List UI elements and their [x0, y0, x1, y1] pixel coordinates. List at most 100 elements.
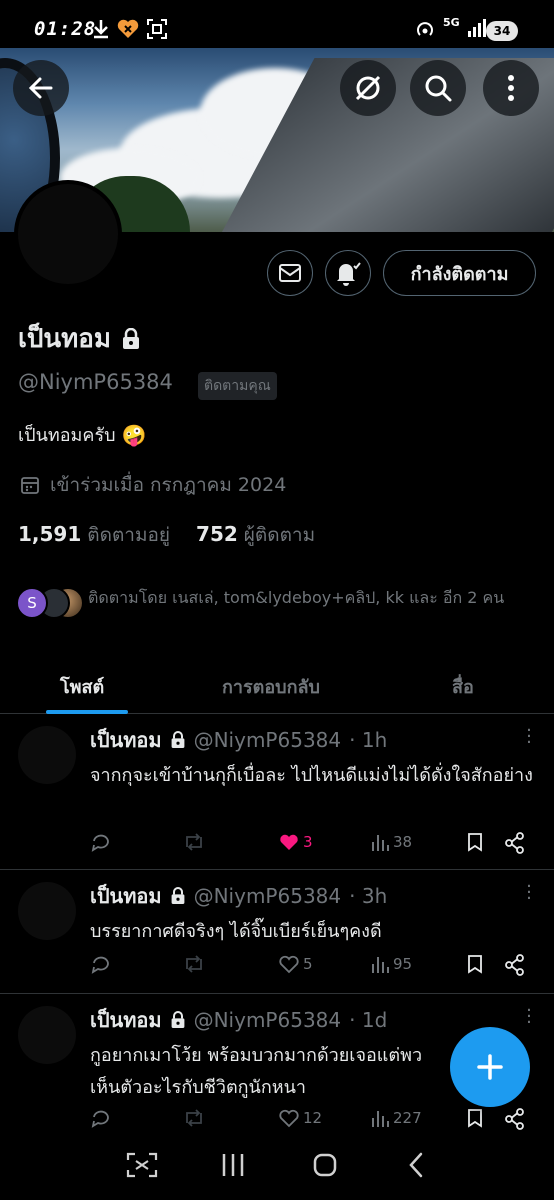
like-count: 12: [303, 1109, 323, 1127]
follow-counts: 1,591 ติดตามอยู่ 752 ผู้ติดตาม: [18, 520, 315, 550]
bio-emoji: 🤪: [121, 422, 147, 447]
post-text-line: กูอยากเมาโว้ย พร้อมบวกมากด้วยเจอแต่พว: [90, 1045, 423, 1066]
more-vertical-icon: [508, 75, 514, 101]
share-icon: [505, 832, 524, 854]
post-time: · 1d: [349, 1008, 388, 1032]
like-button[interactable]: 5: [278, 954, 313, 974]
notifications-button[interactable]: [325, 250, 371, 296]
bookmark-icon: [468, 833, 482, 852]
repost-icon: [186, 833, 202, 851]
status-bar: 01:28 5G 34: [0, 0, 554, 48]
post-item[interactable]: เป็นทอม @NiymP65384 · 3h · · · บรรยากาศดีจ…: [0, 870, 554, 994]
views-button[interactable]: 95: [370, 954, 412, 974]
post-avatar[interactable]: [18, 726, 76, 784]
following-label: ติดตามอยู่: [87, 524, 171, 546]
reply-icon: [91, 834, 109, 852]
like-button[interactable]: 3: [278, 832, 313, 852]
views-icon: [372, 957, 389, 973]
views-icon: [372, 1111, 389, 1127]
nav-home-button[interactable]: [312, 1152, 338, 1182]
lock-icon: [171, 887, 184, 904]
post-time: · 3h: [349, 884, 388, 908]
share-button[interactable]: [504, 954, 526, 976]
reply-icon: [91, 956, 109, 974]
profile-name: เป็นทอม: [18, 324, 112, 354]
post-author-handle: @NiymP65384: [193, 728, 342, 752]
like-count: 3: [303, 833, 313, 851]
bookmark-button[interactable]: [466, 954, 484, 974]
more-options-button[interactable]: [483, 60, 539, 116]
post-more-icon[interactable]: · · ·: [526, 878, 532, 908]
share-button[interactable]: [504, 1108, 526, 1130]
followers-count: 752: [196, 522, 238, 546]
signal-icon: [466, 18, 486, 43]
status-time: 01:28: [34, 18, 97, 40]
post-text: บรรยากาศดีจริงๆ ได้จิ๊บเบียร์เย็นๆคงดี: [90, 921, 382, 942]
post-header: เป็นทอม @NiymP65384 · 1d: [90, 1004, 387, 1036]
post-more-icon[interactable]: · · ·: [526, 1002, 532, 1032]
post-author-name: เป็นทอม: [90, 884, 162, 908]
post-avatar[interactable]: [18, 882, 76, 940]
share-icon: [505, 1108, 524, 1130]
bookmark-button[interactable]: [466, 832, 484, 852]
network-type: 5G: [443, 16, 460, 29]
nav-back-button[interactable]: [406, 1152, 426, 1182]
repost-icon: [186, 955, 202, 973]
heart-filled-icon: [280, 834, 298, 850]
post-more-icon[interactable]: · · ·: [526, 722, 532, 752]
tab-replies[interactable]: การตอบกลับ: [222, 672, 320, 701]
repost-button[interactable]: [182, 1108, 206, 1128]
nav-recents-button[interactable]: [220, 1152, 246, 1182]
repost-icon: [186, 1109, 202, 1127]
compose-post-button[interactable]: [450, 1027, 530, 1107]
recents-icon: [222, 1154, 244, 1176]
post-item[interactable]: เป็นทอม @NiymP65384 · 1h · · · จากกุจะเข้า…: [0, 714, 554, 870]
reply-button[interactable]: [90, 954, 112, 974]
back-button[interactable]: [13, 60, 69, 116]
profile-tabs: โพสต์ การตอบกลับ สื่อ: [0, 662, 554, 714]
system-nav-bar: [0, 1130, 554, 1200]
lock-icon: [171, 731, 184, 748]
followers-label: ผู้ติดตาม: [243, 524, 316, 546]
post-header: เป็นทอม @NiymP65384 · 1h: [90, 724, 387, 756]
view-count: 95: [393, 955, 413, 973]
bio-text: เป็นทอมครับ: [18, 425, 116, 446]
following-count-link[interactable]: 1,591 ติดตามอยู่: [18, 520, 170, 550]
follower-initial: S: [27, 594, 37, 612]
post-header: เป็นทอม @NiymP65384 · 3h: [90, 880, 387, 912]
heart-icon: [279, 1109, 299, 1128]
scan-icon: [126, 1152, 158, 1178]
reply-icon: [91, 1110, 109, 1128]
followers-count-link[interactable]: 752 ผู้ติดตาม: [196, 520, 315, 550]
views-button[interactable]: 38: [370, 832, 412, 852]
calendar-icon: [21, 477, 39, 494]
home-icon: [313, 1153, 337, 1177]
reply-button[interactable]: [90, 832, 112, 852]
message-button[interactable]: [267, 250, 313, 296]
follower-avatar-initial: S: [16, 587, 48, 619]
joined-text: เข้าร่วมเมื่อ กรกฎาคม 2024: [50, 474, 287, 496]
like-button[interactable]: 12: [278, 1108, 322, 1128]
profile-handle: @NiymP65384: [18, 370, 173, 394]
post-author-name: เป็นทอม: [90, 1008, 162, 1032]
following-button[interactable]: กำลังติดตาม: [383, 250, 536, 296]
post-time: · 1h: [349, 728, 388, 752]
reply-button[interactable]: [90, 1108, 112, 1128]
view-count: 38: [393, 833, 413, 851]
share-button[interactable]: [504, 832, 526, 854]
bookmark-button[interactable]: [466, 1108, 484, 1128]
views-button[interactable]: 227: [370, 1108, 422, 1128]
grok-button[interactable]: [340, 60, 396, 116]
profile-bio: เป็นทอมครับ 🤪: [18, 420, 146, 449]
tab-media[interactable]: สื่อ: [452, 672, 474, 701]
repost-button[interactable]: [182, 832, 206, 852]
repost-button[interactable]: [182, 954, 206, 974]
profile-avatar[interactable]: [14, 180, 122, 288]
search-button[interactable]: [410, 60, 466, 116]
tab-posts[interactable]: โพสต์: [60, 672, 104, 701]
post-avatar[interactable]: [18, 1006, 76, 1064]
nav-recents-apps-button[interactable]: [126, 1152, 158, 1182]
back-arrow-icon: [28, 77, 53, 99]
battery-indicator: 34: [486, 21, 518, 41]
follows-you-badge: ติดตามคุณ: [198, 372, 277, 400]
